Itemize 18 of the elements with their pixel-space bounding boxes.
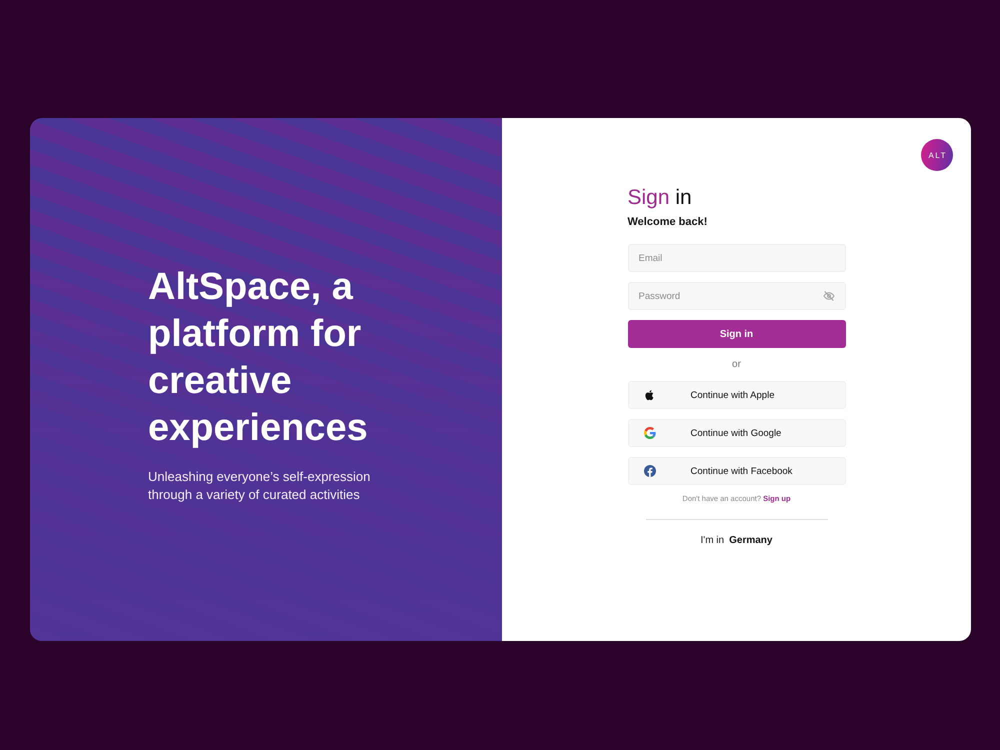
google-sign-in-button[interactable]: Continue with Google: [628, 419, 846, 447]
facebook-icon: [644, 465, 656, 477]
apple-icon: [644, 389, 656, 401]
password-field[interactable]: Password: [628, 282, 846, 310]
separator-text: or: [731, 358, 742, 372]
sign-in-button[interactable]: Sign in: [628, 320, 846, 348]
hero-tagline: Unleashing everyone’s self-expression through a variety of curated activities: [148, 468, 372, 504]
brand-logo: ALT: [921, 139, 953, 171]
region-label: I'm in: [700, 534, 724, 548]
eye-slash-icon[interactable]: [822, 290, 834, 302]
country-selector[interactable]: Germany: [729, 534, 772, 548]
sign-in-title: Sign in: [628, 185, 693, 211]
facebook-sign-in-button[interactable]: Continue with Facebook: [628, 457, 846, 485]
hero-headline: AltSpace, a platform for creative experiences: [148, 265, 369, 451]
apple-sign-in-button[interactable]: Continue with Apple: [628, 381, 846, 409]
google-icon: [644, 427, 656, 439]
greeting-text: Welcome back!: [628, 215, 708, 229]
email-field[interactable]: Email: [628, 244, 846, 272]
